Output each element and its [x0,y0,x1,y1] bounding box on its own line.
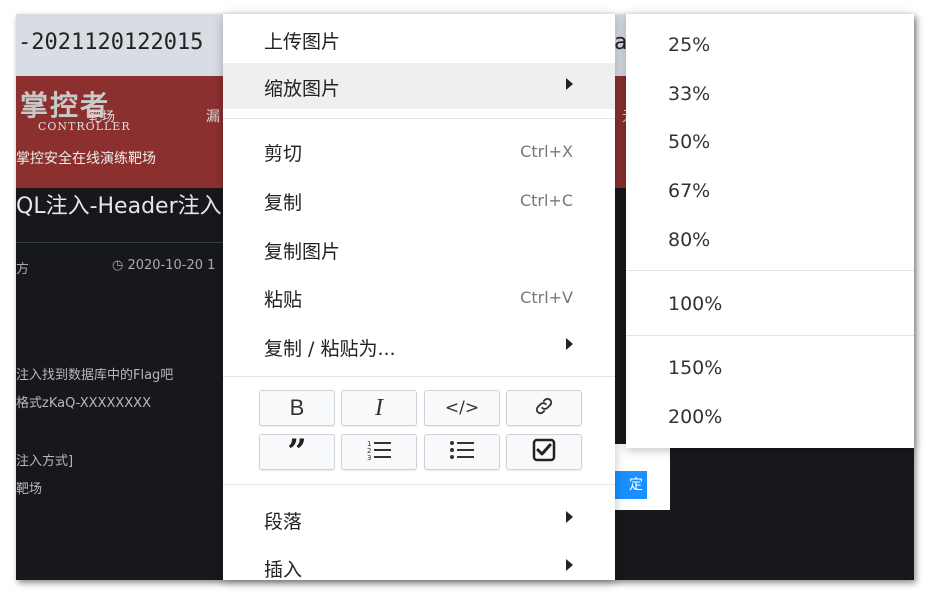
menu-item-insert[interactable]: 插入 [223,544,615,580]
zoom-option-label: 100% [668,293,723,315]
bold-icon: B [289,395,305,420]
menu-item-label: 缩放图片 [264,78,341,100]
submenu-arrow-icon [566,338,573,350]
menu-item-paste[interactable]: 粘贴 Ctrl+V [223,274,615,320]
menu-item-copy-paste-as[interactable]: 复制 / 粘贴为... [223,323,615,369]
menu-item-label: 段落 [264,511,303,533]
menu-separator [223,376,615,377]
zoom-option[interactable]: 80% [626,218,914,264]
checkbox-icon [532,438,556,466]
menu-separator [223,484,615,485]
menu-item-label: 插入 [264,559,303,580]
shortcut-text: Ctrl+X [520,142,573,161]
content-line: 注入方式] [16,454,74,469]
numbered-list-icon: 1 2 3 [366,438,392,466]
menu-separator [223,118,615,119]
task-list-button[interactable] [506,434,582,470]
context-menu: 上传图片 缩放图片 剪切 Ctrl+X 复制 Ctrl+C 复制图片 粘贴 Ct… [223,14,615,580]
zoom-option-label: 33% [668,83,711,105]
document-title: -2021120122015 [18,30,204,55]
numbered-list-button[interactable]: 1 2 3 [341,434,417,470]
date-text: ◷ 2020-10-20 1 [112,258,216,273]
menu-item-upload-image[interactable]: 上传图片 [223,16,615,62]
menu-item-copy-image[interactable]: 复制图片 [223,226,615,272]
zoom-option[interactable]: 150% [626,346,914,392]
bulleted-list-icon [449,438,475,466]
zoom-option-label: 50% [668,131,711,153]
author-text: 方 [16,262,30,277]
zoom-option-label: 67% [668,180,711,202]
content-line: 靶场 [16,482,43,497]
menu-item-label: 复制 / 粘贴为... [264,338,396,360]
menu-separator [626,335,914,336]
zoom-option-label: 80% [668,229,711,251]
zoom-submenu: 25% 33% 50% 67% 80% 100% 150% 200% [626,14,914,448]
zoom-option-label: 150% [668,357,723,379]
bold-button[interactable]: B [259,390,335,426]
content-line: 格式zKaQ-XXXXXXXX [16,396,151,411]
code-icon: </> [444,398,480,418]
menu-item-copy[interactable]: 复制 Ctrl+C [223,177,615,223]
zoom-option[interactable]: 50% [626,120,914,166]
zoom-option[interactable]: 33% [626,72,914,118]
page-heading: QL注入-Header注入 [16,194,222,219]
menu-item-label: 剪切 [264,143,303,165]
zoom-option[interactable]: 200% [626,395,914,441]
menu-item-paragraph[interactable]: 段落 [223,496,615,542]
menu-item-label: 复制图片 [264,241,341,263]
svg-text:3: 3 [367,454,371,462]
submenu-arrow-icon [566,78,573,90]
divider [16,242,236,243]
code-button[interactable]: </> [424,390,500,426]
zoom-option-label: 25% [668,34,711,56]
zoom-option-label: 200% [668,406,723,428]
menu-item-label: 粘贴 [264,289,303,311]
menu-item-cut[interactable]: 剪切 Ctrl+X [223,128,615,174]
submenu-arrow-icon [566,559,573,571]
site-logo-subtitle: CONTROLLER [38,120,131,133]
quote-button[interactable]: ” [259,434,335,470]
submenu-arrow-icon [566,511,573,523]
bulleted-list-button[interactable] [424,434,500,470]
menu-item-zoom-image[interactable]: 缩放图片 [223,63,615,109]
italic-icon: I [375,394,383,421]
link-icon [533,395,555,421]
link-button[interactable] [506,390,582,426]
menu-separator [626,270,914,271]
content-line: 注入找到数据库中的Flag吧 [16,368,174,383]
banner-subtitle: 掌控安全在线演练靶场 [16,151,156,167]
menu-item-label: 复制 [264,192,303,214]
shortcut-text: Ctrl+C [519,191,573,210]
italic-button[interactable]: I [341,390,417,426]
zoom-option[interactable]: 100% [626,282,914,328]
nav-item[interactable]: 漏 [206,106,220,126]
zoom-option[interactable]: 25% [626,23,914,69]
shortcut-text: Ctrl+V [520,288,573,307]
nav-item[interactable]: 靶场 [89,106,115,125]
quote-icon: ” [287,432,307,472]
zoom-option[interactable]: 67% [626,169,914,215]
menu-item-label: 上传图片 [264,31,341,53]
